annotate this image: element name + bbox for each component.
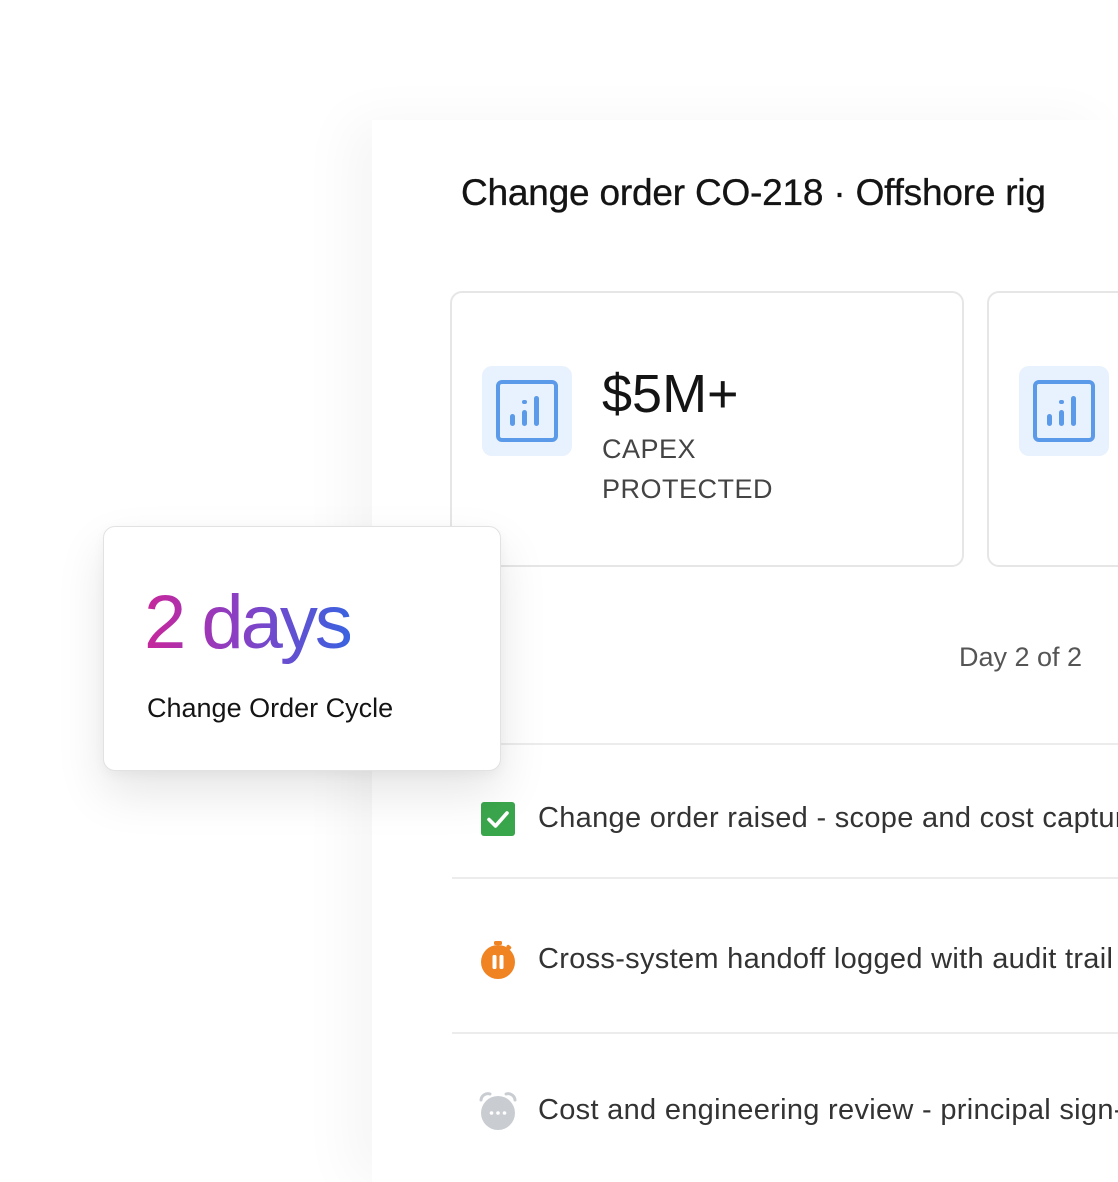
step-row-complete: Change order raised - scope and cost cap… [478, 799, 1118, 839]
step-text: Change order raised - scope and cost cap… [538, 802, 1118, 834]
page-title: Change order CO-218 · Offshore rig [461, 172, 1046, 213]
stat-card-secondary [987, 291, 1118, 567]
day-progress-text: Day 2 of 2 [959, 642, 1083, 672]
bar-chart-icon [1019, 366, 1109, 456]
cycle-value: 2 days [144, 580, 353, 665]
stat-label: CAPEX PROTECTED [602, 434, 774, 504]
stat-value: $5M+ [602, 364, 739, 424]
cycle-label: Change Order Cycle [147, 693, 394, 723]
check-icon [478, 799, 518, 839]
cycle-time-card: 2 days Change Order Cycle [103, 526, 501, 771]
divider [452, 743, 1118, 745]
stat-card-capex: $5M+ CAPEX PROTECTED [450, 291, 964, 567]
step-text: Cross-system handoff logged with audit t… [538, 943, 1114, 975]
alarm-pending-icon [478, 1091, 518, 1131]
step-text: Cost and engineering review - principal … [538, 1094, 1118, 1126]
stopwatch-pause-icon [478, 940, 518, 980]
bar-chart-icon [482, 366, 572, 456]
divider [452, 1032, 1118, 1034]
divider [452, 877, 1118, 879]
step-row-pending: Cost and engineering review - principal … [478, 1091, 1118, 1131]
step-row-paused: Cross-system handoff logged with audit t… [478, 940, 1118, 980]
